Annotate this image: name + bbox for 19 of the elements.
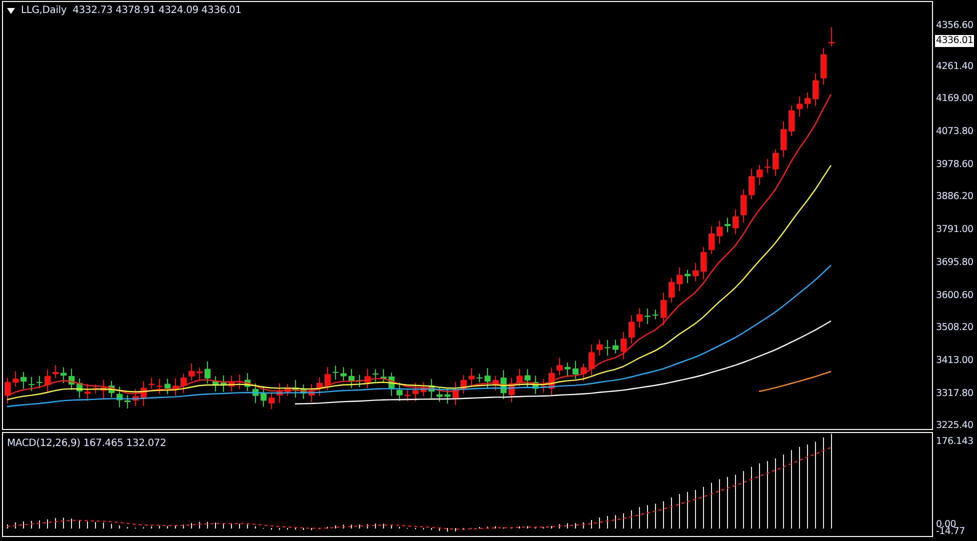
price-axis-label: 3225.40 (936, 420, 974, 432)
symbol-label: LLG,Daily (21, 5, 67, 16)
price-axis-label: 3508.20 (936, 322, 974, 334)
price-axis-label: 3600.60 (936, 290, 974, 302)
macd-label: MACD(12,26,9) 167.465 132.072 (7, 438, 166, 449)
price-axis-label: 3317.80 (936, 388, 974, 400)
price-axis-label: 3886.20 (936, 190, 974, 203)
macd-axis-label: 176.143 (936, 436, 974, 448)
price-axis-label: 3413.00 (936, 354, 974, 367)
price-axis-label: 4261.40 (936, 60, 974, 73)
current-price-label: 4336.01 (934, 34, 976, 48)
price-axis-label: 4169.00 (936, 92, 974, 105)
price-axis-label: 4073.80 (936, 126, 974, 138)
price-axis-label: 4356.60 (936, 20, 974, 32)
ohlc-values: 4332.73 4378.91 4324.09 4336.01 (72, 5, 242, 16)
price-axis-label: 3978.60 (936, 158, 974, 171)
macd-axis-label: -14.77 (936, 526, 965, 538)
price-axis-label: 3791.00 (936, 224, 974, 236)
price-axis-label: 3695.80 (936, 256, 974, 269)
